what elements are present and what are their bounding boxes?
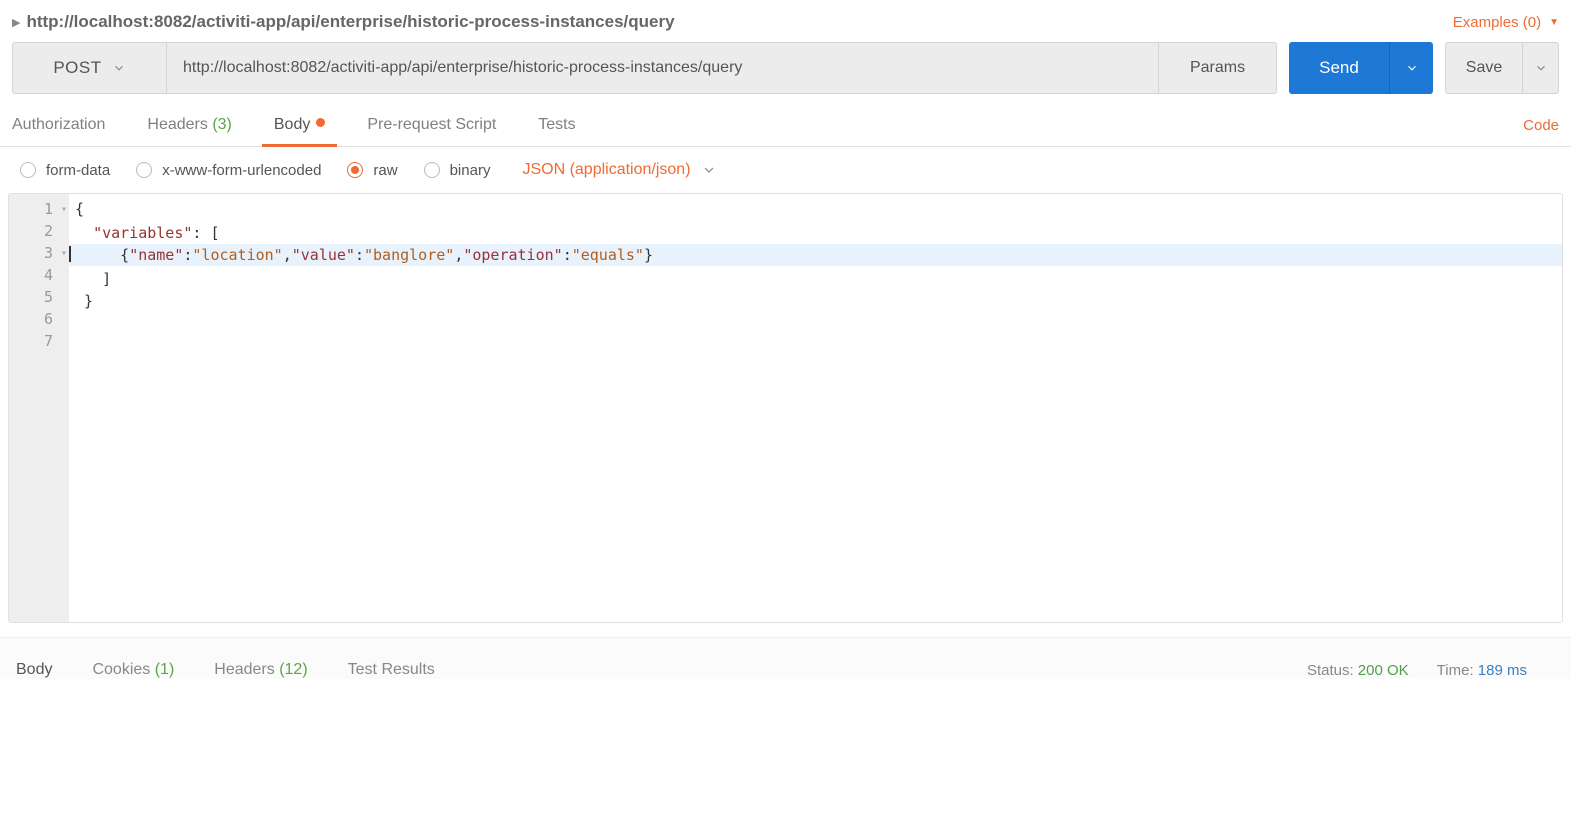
tab-headers-label: Headers — [147, 116, 212, 133]
radio-icon — [20, 162, 36, 178]
caret-down-icon: ▼ — [1549, 17, 1559, 28]
line-number: 7 — [9, 330, 69, 352]
chevron-down-icon — [701, 162, 717, 178]
radio-binary[interactable]: binary — [424, 162, 491, 179]
code-link[interactable]: Code — [1523, 117, 1559, 146]
code-line: { — [69, 198, 1562, 220]
response-tab-body[interactable]: Body — [16, 661, 52, 679]
chevron-down-icon — [1534, 61, 1548, 75]
radio-form-data-label: form-data — [46, 162, 110, 179]
code-line: "variables": [ — [69, 222, 1562, 244]
line-number: 5 — [9, 286, 69, 308]
examples-label: Examples (0) — [1453, 14, 1541, 31]
radio-urlencoded-label: x-www-form-urlencoded — [162, 162, 321, 179]
expand-request-icon[interactable]: ▶ — [12, 16, 20, 29]
response-tab-headers-label: Headers — [214, 661, 279, 678]
radio-icon — [136, 162, 152, 178]
code-line: {"name":"location","value":"banglore","o… — [69, 244, 1562, 266]
url-input[interactable] — [167, 42, 1159, 94]
modified-dot-icon — [316, 118, 325, 127]
radio-raw[interactable]: raw — [347, 162, 397, 179]
examples-dropdown[interactable]: Examples (0) ▼ — [1453, 14, 1559, 31]
response-tab-headers[interactable]: Headers (12) — [214, 661, 307, 679]
line-number: 2 — [9, 220, 69, 242]
code-line: ] — [69, 268, 1562, 290]
tab-headers[interactable]: Headers (3) — [147, 116, 231, 146]
line-number: 4 — [9, 264, 69, 286]
params-button[interactable]: Params — [1159, 42, 1277, 94]
editor-gutter: 1 2 3 4 5 6 7 — [9, 194, 69, 622]
radio-binary-label: binary — [450, 162, 491, 179]
radio-form-data[interactable]: form-data — [20, 162, 110, 179]
status-value: 200 OK — [1358, 662, 1409, 679]
http-method-dropdown[interactable]: POST — [12, 42, 167, 94]
time-display: Time: 189 ms — [1437, 662, 1527, 679]
status-display: Status: 200 OK — [1307, 662, 1409, 679]
request-title: http://localhost:8082/activiti-app/api/e… — [26, 12, 1452, 32]
response-tab-cookies-label: Cookies — [92, 661, 154, 678]
line-number: 3 — [9, 242, 69, 264]
content-type-dropdown[interactable]: JSON (application/json) — [522, 161, 716, 179]
line-number: 6 — [9, 308, 69, 330]
response-tab-cookies-count: (1) — [155, 661, 175, 678]
code-line: } — [69, 290, 1562, 312]
tab-authorization[interactable]: Authorization — [12, 116, 105, 146]
send-dropdown[interactable] — [1389, 42, 1433, 94]
tab-tests[interactable]: Tests — [538, 116, 575, 146]
time-value: 189 ms — [1478, 662, 1527, 679]
content-type-label: JSON (application/json) — [522, 161, 690, 179]
response-tab-headers-count: (12) — [279, 661, 307, 678]
save-dropdown[interactable] — [1523, 42, 1559, 94]
response-tab-cookies[interactable]: Cookies (1) — [92, 661, 174, 679]
response-tab-tests[interactable]: Test Results — [348, 661, 435, 679]
tab-body-label: Body — [274, 116, 310, 133]
radio-urlencoded[interactable]: x-www-form-urlencoded — [136, 162, 321, 179]
tab-prerequest-script[interactable]: Pre-request Script — [367, 116, 496, 146]
save-button[interactable]: Save — [1445, 42, 1523, 94]
send-button[interactable]: Send — [1289, 42, 1389, 94]
tab-body[interactable]: Body — [274, 116, 325, 146]
body-editor[interactable]: 1 2 3 4 5 6 7 { "variables": [ {"name":"… — [8, 193, 1563, 623]
radio-raw-label: raw — [373, 162, 397, 179]
tab-headers-count: (3) — [212, 116, 232, 133]
radio-icon — [424, 162, 440, 178]
chevron-down-icon — [1405, 61, 1419, 75]
http-method-label: POST — [53, 58, 101, 78]
line-number: 1 — [9, 198, 69, 220]
chevron-down-icon — [112, 61, 126, 75]
radio-icon — [347, 162, 363, 178]
editor-content[interactable]: { "variables": [ {"name":"location","val… — [69, 194, 1562, 622]
